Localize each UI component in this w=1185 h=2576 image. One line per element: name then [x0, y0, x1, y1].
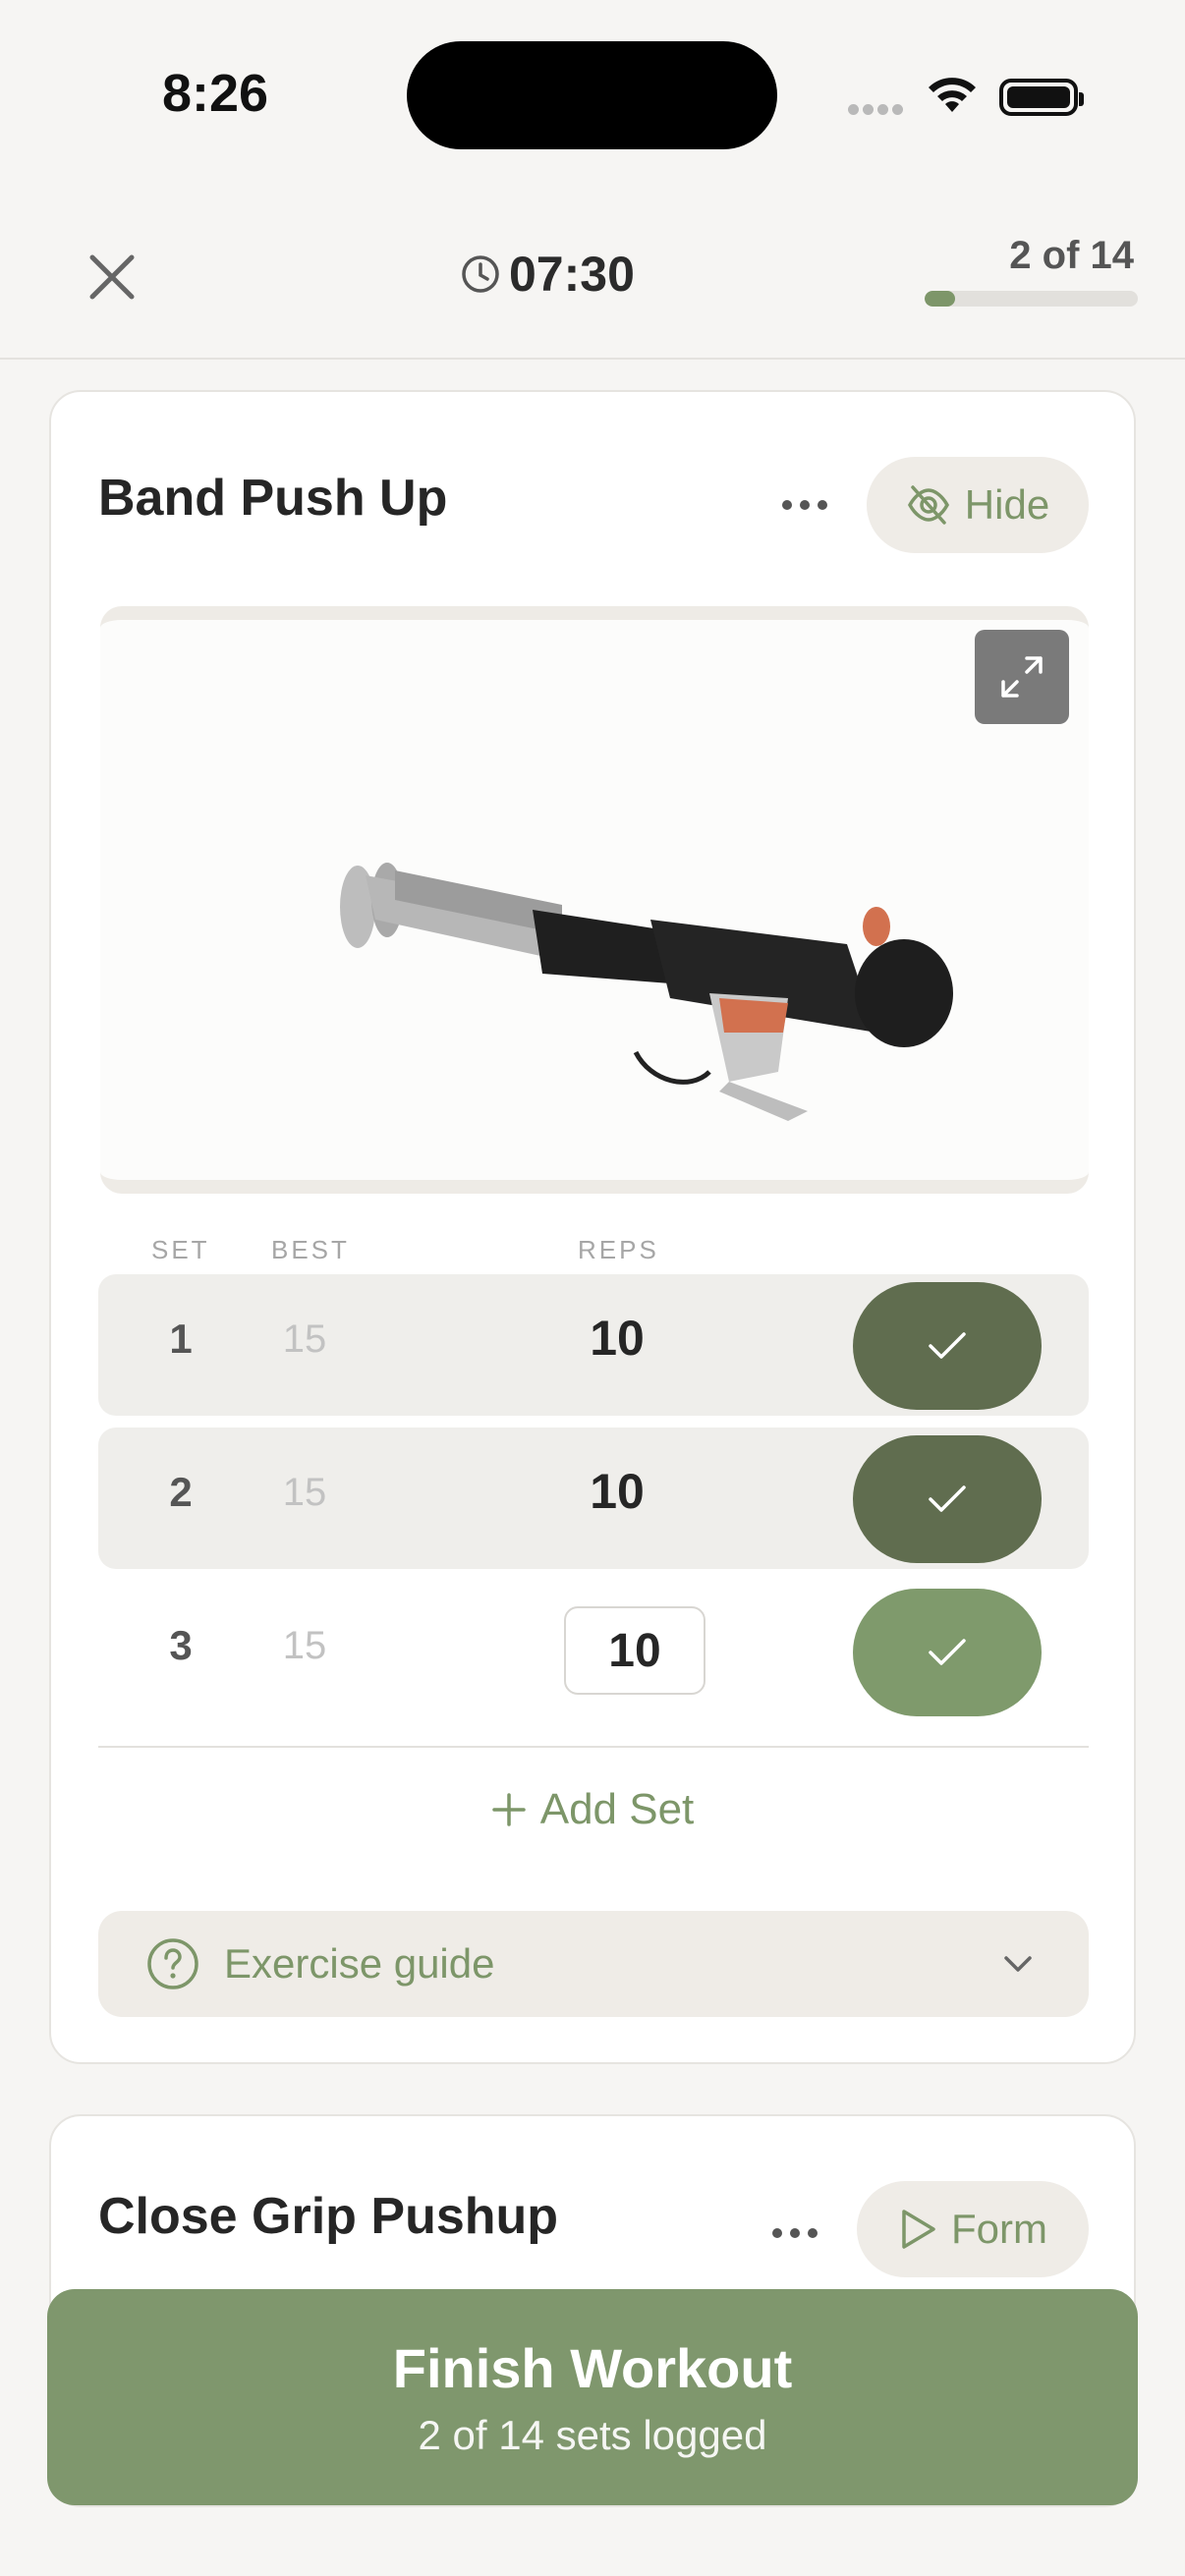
- exercise-title: Band Push Up: [98, 470, 448, 527]
- battery-icon: [999, 79, 1084, 116]
- close-button[interactable]: [79, 244, 145, 310]
- exercise-figure-image: [340, 863, 953, 1121]
- set-number: 2: [169, 1469, 193, 1515]
- clock-icon: [462, 255, 499, 293]
- progress-bar-fill: [925, 291, 956, 307]
- chevron-down-icon: [1004, 1956, 1032, 1972]
- set-reps[interactable]: 10: [546, 1463, 688, 1520]
- status-bar: 8:26: [0, 0, 1185, 187]
- plus-icon: [491, 1793, 526, 1826]
- hide-label: Hide: [964, 481, 1050, 528]
- more-options-button[interactable]: [782, 500, 827, 510]
- check-icon: [929, 1485, 966, 1512]
- exercise-demo-media[interactable]: [100, 606, 1089, 1194]
- wifi-icon: [929, 78, 976, 112]
- progress-label: 2 of 14: [1009, 234, 1134, 277]
- sets-logged-label: 2 of 14 sets logged: [418, 2411, 767, 2458]
- exercise-title: Close Grip Pushup: [98, 2188, 559, 2245]
- play-icon: [902, 2210, 935, 2249]
- set-best: 15: [282, 1624, 327, 1667]
- check-icon: [929, 1639, 966, 1665]
- ellipsis-icon: [772, 2228, 818, 2238]
- ellipsis-icon: [782, 500, 827, 510]
- reps-input[interactable]: [564, 1606, 705, 1695]
- set-number: 1: [169, 1316, 193, 1362]
- exercise-guide-toggle[interactable]: Exercise guide: [98, 1911, 1089, 2017]
- complete-set-button[interactable]: [853, 1435, 1042, 1563]
- eye-off-icon: [907, 485, 949, 525]
- hide-button[interactable]: Hide: [867, 457, 1089, 553]
- divider: [98, 1746, 1089, 1748]
- form-button[interactable]: Form: [857, 2181, 1089, 2277]
- complete-set-button[interactable]: [853, 1282, 1042, 1410]
- column-header-set: SET: [151, 1235, 210, 1264]
- exercise-card: Band Push Up Hide SET BEST REPS 1 15 10 …: [49, 390, 1136, 2064]
- add-set-label: Add Set: [539, 1785, 695, 1833]
- set-row: 2 15 10: [98, 1428, 1089, 1569]
- set-number: 3: [169, 1622, 193, 1668]
- progress-bar: [925, 291, 1138, 307]
- cellular-signal-icon: [848, 102, 907, 115]
- help-circle-icon: [147, 1938, 198, 1989]
- status-time: 8:26: [162, 64, 269, 123]
- finish-workout-label: Finish Workout: [392, 2336, 793, 2399]
- set-row: 1 15 10: [98, 1274, 1089, 1416]
- dynamic-island: [407, 41, 777, 149]
- workout-timer: 07:30: [460, 240, 635, 308]
- column-header-reps: REPS: [578, 1235, 659, 1264]
- finish-workout-button[interactable]: Finish Workout 2 of 14 sets logged: [47, 2289, 1138, 2505]
- column-header-best: BEST: [271, 1235, 350, 1264]
- set-best: 15: [282, 1317, 327, 1361]
- timer-value: 07:30: [509, 247, 635, 302]
- form-label: Form: [951, 2206, 1047, 2252]
- set-reps[interactable]: 10: [546, 1310, 688, 1367]
- workout-header: 07:30 2 of 14: [0, 187, 1185, 360]
- expand-button[interactable]: [975, 630, 1069, 724]
- close-icon: [89, 254, 135, 300]
- more-options-button[interactable]: [772, 2228, 818, 2238]
- expand-icon: [1001, 656, 1043, 698]
- check-icon: [929, 1332, 966, 1359]
- exercise-guide-label: Exercise guide: [224, 1940, 495, 1987]
- complete-set-button[interactable]: [853, 1589, 1042, 1716]
- set-row: 3 15: [98, 1581, 1089, 1722]
- add-set-button[interactable]: Add Set: [51, 1785, 1134, 1834]
- set-best: 15: [282, 1471, 327, 1514]
